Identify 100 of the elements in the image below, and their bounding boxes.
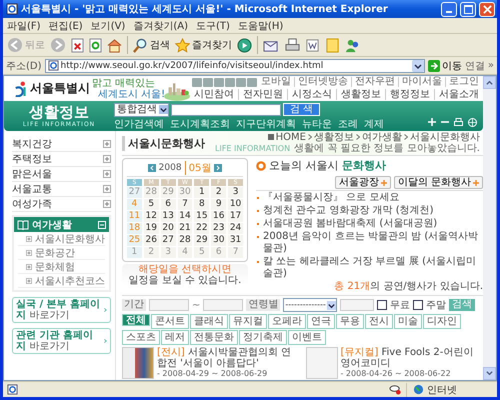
search-field[interactable] xyxy=(171,104,281,116)
media-icon[interactable] xyxy=(237,38,252,52)
event-link[interactable]: 칼 쏘는 헤라클레스 거장 부르델 展 (서울시립미술관) xyxy=(256,256,483,280)
logo-text[interactable]: 서울특별시 xyxy=(30,80,90,97)
sidebar-subitem[interactable]: 문화체험 xyxy=(18,260,105,274)
vertical-scrollbar[interactable] xyxy=(483,76,496,380)
breadcrumb-link[interactable]: 서울시문화행사 xyxy=(410,132,480,142)
calendar-day[interactable]: 19 xyxy=(144,223,159,234)
top-link[interactable]: 모바일 xyxy=(261,77,291,87)
quick-link[interactable]: 인가검색예 xyxy=(114,118,164,130)
sidebar-group-header[interactable]: 여가생활 xyxy=(14,217,109,232)
calendar-day[interactable]: 27 xyxy=(160,235,176,246)
end-date-field[interactable] xyxy=(203,299,244,311)
calendar-day[interactable]: 10 xyxy=(228,199,243,210)
stop-icon[interactable] xyxy=(71,38,84,52)
event-link[interactable]: 2008년 음악이 흐르는 박물관의 밤 (서울역사박물관) xyxy=(256,231,483,255)
calendar-day[interactable]: 12 xyxy=(144,211,159,222)
sidebar-item[interactable]: 서울교통 xyxy=(12,182,111,197)
scroll-down-icon[interactable] xyxy=(486,370,493,377)
menu-item[interactable]: 편집(E) xyxy=(48,18,83,32)
age-select[interactable]: -------------- xyxy=(283,298,337,312)
category-tab[interactable]: 스포츠 xyxy=(122,330,160,345)
favorites-button[interactable]: 즐겨찾기 xyxy=(175,38,232,52)
nav-link[interactable]: 시정소식 xyxy=(287,89,332,100)
event-card-title[interactable]: [뮤지컬] Five Fools 2-어린이영어코미디 xyxy=(340,347,483,369)
calendar-day[interactable]: 7 xyxy=(178,199,192,210)
calendar-day[interactable]: 22 xyxy=(194,223,210,234)
category-tab[interactable]: 무용 xyxy=(336,314,364,329)
sidebar-subitem[interactable]: 문화공간 xyxy=(18,246,105,260)
quick-link[interactable]: 뉴타운 xyxy=(302,118,332,130)
globe-icon[interactable] xyxy=(468,118,477,127)
category-tab[interactable]: 미술 xyxy=(394,314,422,329)
sidebar-item[interactable]: 여성가족 xyxy=(12,197,111,212)
calendar-day[interactable]: 20 xyxy=(160,223,176,234)
nav-link[interactable]: 행정정보 xyxy=(385,89,430,100)
quick-link[interactable]: 조례 xyxy=(338,118,358,130)
event-link[interactable]: 청계천 관수교 영화광장 개막 (청계천) xyxy=(256,205,483,217)
shortcut-link[interactable]: 실국 / 본부 홈페이지 바로가기 xyxy=(12,297,111,323)
start-date-field[interactable] xyxy=(149,299,189,311)
sidebar-item[interactable]: 복지건강 xyxy=(12,137,111,152)
category-tab[interactable]: 레저 xyxy=(161,330,189,345)
print-icon[interactable] xyxy=(454,118,463,127)
calendar-day[interactable]: 28 xyxy=(178,235,192,246)
minimize-button[interactable] xyxy=(441,2,457,16)
events-button[interactable]: 이달의 문화행사 xyxy=(394,176,483,189)
category-tab[interactable]: 뮤지컬 xyxy=(229,314,267,329)
category-tab[interactable]: 전시 xyxy=(365,314,393,329)
nav-link[interactable]: 시민참여 xyxy=(194,89,234,100)
checkbox-label[interactable]: 무료 xyxy=(390,298,410,312)
search-button[interactable]: 검 색 xyxy=(283,103,320,116)
top-link[interactable]: 전자우편 xyxy=(351,77,395,87)
top-link[interactable]: 로그인 xyxy=(445,77,479,87)
more-chevron[interactable]: » xyxy=(488,60,494,71)
links-label[interactable]: 연결 xyxy=(464,58,485,72)
nav-link[interactable]: 서울소개 xyxy=(434,89,479,100)
category-tab[interactable]: 콘서트 xyxy=(151,314,189,329)
home-icon[interactable] xyxy=(107,38,122,52)
menu-item[interactable]: 도움말(H) xyxy=(238,18,284,32)
menu-item[interactable]: 도구(T) xyxy=(196,18,230,32)
calendar-day[interactable]: 15 xyxy=(194,211,210,222)
category-tab[interactable]: 디자인 xyxy=(423,314,461,329)
go-button[interactable]: 이동 xyxy=(428,58,462,72)
keyword-field[interactable] xyxy=(340,299,374,311)
nav-link[interactable]: 생활정보 xyxy=(336,89,381,100)
menu-item[interactable]: 보기(V) xyxy=(90,18,126,32)
people-icon[interactable] xyxy=(345,38,360,52)
menu-item[interactable]: 즐겨찾기(A) xyxy=(133,18,188,32)
calendar-day[interactable]: 5 xyxy=(144,199,159,210)
document-icon[interactable] xyxy=(305,38,320,52)
sidebar-item[interactable]: 맑은서울 xyxy=(12,167,111,182)
calendar-day[interactable]: 6 xyxy=(160,199,176,210)
language-buttons-drawing[interactable] xyxy=(192,78,258,86)
search-scope-select[interactable]: 통합검색 xyxy=(114,102,169,116)
sidebar-subitem[interactable]: 서울시문화행사 xyxy=(18,232,105,246)
category-tab[interactable]: 정기축제 xyxy=(239,330,287,345)
calendar-day[interactable]: 1 xyxy=(194,187,210,198)
quick-link[interactable]: 도시계획조회 xyxy=(170,118,230,130)
events-button[interactable]: 서울광장 xyxy=(334,176,391,189)
search-button[interactable]: 검색 xyxy=(133,38,170,52)
dropdown-icon[interactable] xyxy=(412,60,424,72)
event-card-title[interactable]: [전시] 서울시박물관협의회 연합전 '서울이 아름답다' xyxy=(157,347,300,369)
calendar-day[interactable]: 9 xyxy=(211,199,226,210)
category-tab[interactable]: 전체 xyxy=(122,314,150,326)
shortcut-link[interactable]: 관련 기관 홈페이지 바로가기 xyxy=(12,328,111,354)
top-link[interactable]: 인터넷방송 xyxy=(294,77,348,87)
close-button[interactable] xyxy=(479,2,495,16)
zoom-in-icon[interactable] xyxy=(428,118,436,126)
calendar-day[interactable]: 3 xyxy=(228,187,243,198)
nav-link[interactable]: 전자민원 xyxy=(238,89,283,100)
checkbox-label[interactable]: 주말 xyxy=(426,298,446,312)
calendar-day[interactable]: 14 xyxy=(178,211,192,222)
printer-icon[interactable] xyxy=(285,38,300,52)
quick-link[interactable]: 지구단위계획 xyxy=(236,118,296,130)
category-tab[interactable]: 오페라 xyxy=(268,314,306,329)
calendar-day[interactable]: 26 xyxy=(144,235,159,246)
breadcrumb-link[interactable]: 생활정보 xyxy=(314,132,354,142)
calendar-day[interactable]: 29 xyxy=(194,235,210,246)
category-tab[interactable]: 연극 xyxy=(307,314,335,329)
zoom-out-icon[interactable] xyxy=(441,118,449,126)
sidebar-subitem[interactable]: 서울시추천코스 xyxy=(18,274,105,288)
